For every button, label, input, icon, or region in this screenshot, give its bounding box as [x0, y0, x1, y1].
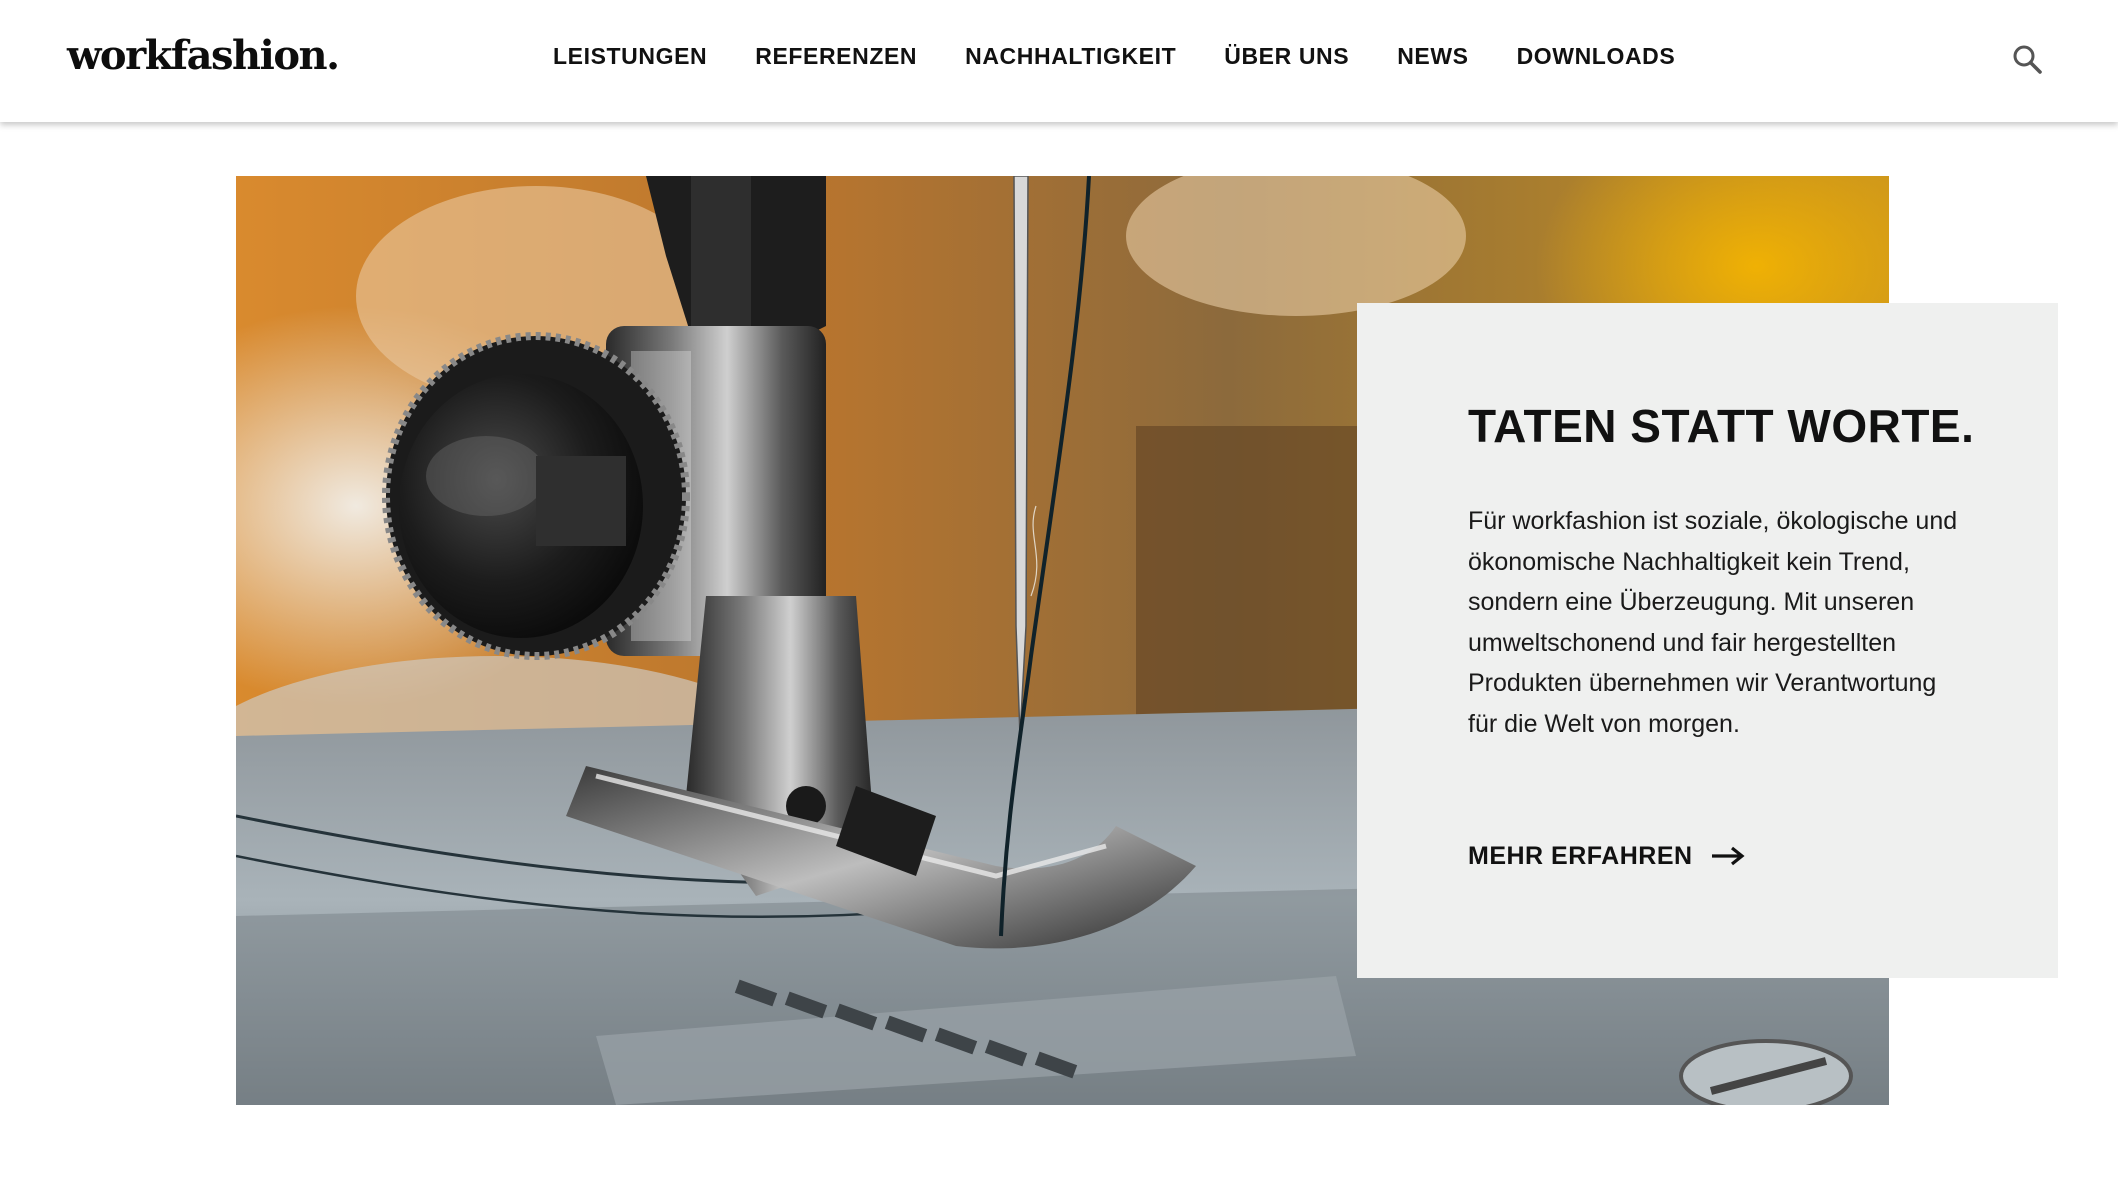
search-icon	[2013, 45, 2042, 74]
card-text-line: für die Welt von morgen.	[1468, 709, 1740, 738]
card-text-line: sondern eine Überzeugung. Mit unseren	[1468, 588, 1915, 616]
site-header: workfashion. LEISTUNGEN REFERENZEN NACHH…	[0, 0, 2118, 122]
nav-item-referenzen[interactable]: REFERENZEN	[755, 40, 917, 72]
card-text-line: Produkten übernehmen wir Verantwortung	[1468, 669, 1937, 697]
cta-label: MEHR ERFAHREN	[1468, 842, 1693, 870]
nav-item-leistungen[interactable]: LEISTUNGEN	[553, 40, 707, 72]
nav-item-downloads[interactable]: DOWNLOADS	[1517, 40, 1676, 72]
search-button[interactable]	[2008, 40, 2048, 80]
logo[interactable]: workfashion.	[67, 32, 340, 80]
card-text-line: umweltschonend und fair hergestellten	[1468, 628, 1897, 657]
main-nav: LEISTUNGEN REFERENZEN NACHHALTIGKEIT ÜBE…	[553, 40, 1723, 72]
info-card: TATEN STATT WORTE. Für workfashion ist s…	[1357, 303, 2058, 978]
card-text-line: ökonomische Nachhaltigkeit kein Trend,	[1468, 547, 1910, 576]
card-description: Für workfashion ist soziale, ökologische…	[1468, 501, 2008, 744]
arrow-right-icon	[1711, 846, 1745, 866]
card-text-line: Für workfashion ist soziale, ökologische…	[1468, 507, 1958, 535]
card-title: TATEN STATT WORTE.	[1468, 400, 1975, 452]
nav-item-news[interactable]: NEWS	[1397, 40, 1468, 72]
nav-item-nachhaltigkeit[interactable]: NACHHALTIGKEIT	[965, 40, 1176, 72]
nav-item-ueber-uns[interactable]: ÜBER UNS	[1224, 40, 1349, 72]
mehr-erfahren-link[interactable]: MEHR ERFAHREN	[1468, 839, 1745, 873]
